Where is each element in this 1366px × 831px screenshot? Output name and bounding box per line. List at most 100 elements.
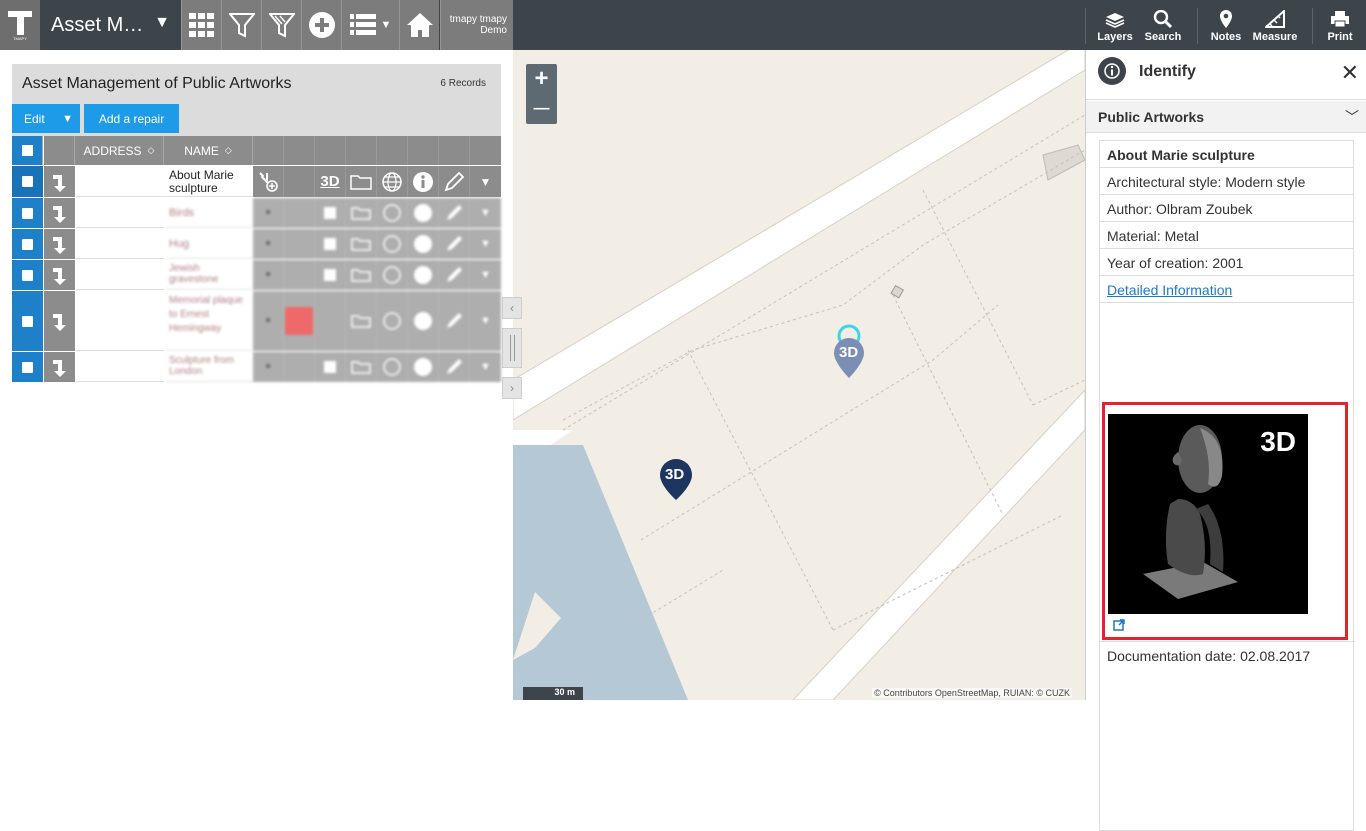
map-marker[interactable]: 3D xyxy=(659,458,693,500)
layers-button[interactable]: Layers xyxy=(1090,0,1140,50)
table-row[interactable]: Sculpture from London ▪ ▼ xyxy=(12,352,501,382)
pencil-icon[interactable] xyxy=(439,229,470,259)
close-icon[interactable]: ✕ xyxy=(1341,60,1359,86)
zoom-in-button[interactable]: + xyxy=(526,64,557,94)
info-icon[interactable] xyxy=(408,166,439,197)
goto-arrow-icon[interactable] xyxy=(44,352,75,382)
folder-icon[interactable] xyxy=(346,229,377,259)
pencil-icon[interactable] xyxy=(439,352,470,382)
table-row[interactable]: Birds ▪ ▼ xyxy=(12,198,501,228)
grid-view-button[interactable] xyxy=(181,0,221,50)
row-checkbox[interactable] xyxy=(12,229,43,259)
goto-arrow-icon[interactable] xyxy=(44,260,75,290)
goto-arrow-icon[interactable] xyxy=(44,291,75,351)
app-selector[interactable]: Asset M… ▼ xyxy=(41,0,180,50)
folder-icon[interactable] xyxy=(346,166,377,197)
thumbnail-3d-label: 3D xyxy=(1260,426,1296,457)
row-checkbox[interactable] xyxy=(12,166,43,197)
panel-divider[interactable]: ‹ › xyxy=(502,297,524,399)
globe-icon[interactable] xyxy=(377,198,408,228)
pencil-icon[interactable] xyxy=(439,166,470,197)
row-menu-caret-icon[interactable]: ▼ xyxy=(470,291,501,351)
info-icon[interactable] xyxy=(408,291,439,351)
zoom-out-button[interactable]: — xyxy=(526,94,557,124)
model-3d-icon[interactable] xyxy=(315,229,346,259)
repair-tool-icon[interactable]: ▪ xyxy=(253,291,284,351)
table-row[interactable]: Hug ▪ ▼ xyxy=(12,229,501,259)
info-icon[interactable] xyxy=(408,229,439,259)
folder-icon[interactable] xyxy=(346,291,377,351)
row-checkbox[interactable] xyxy=(12,198,43,228)
documentation-date: Documentation date: 02.08.2017 xyxy=(1100,641,1355,668)
notes-button[interactable]: Notes xyxy=(1204,0,1248,50)
model-3d-icon[interactable]: 3D xyxy=(315,166,346,197)
model-3d-icon[interactable] xyxy=(315,352,346,382)
column-header-address[interactable]: ADDRESS ◇ xyxy=(75,136,164,165)
table-row[interactable]: Jewish gravestone ▪ ▼ xyxy=(12,260,501,290)
goto-arrow-icon[interactable] xyxy=(44,229,75,259)
row-menu-caret-icon[interactable]: ▼ xyxy=(470,166,501,197)
table-row[interactable]: Memorial plaque to Ernest Hemingway ▪ ▼ xyxy=(12,291,501,351)
info-icon[interactable] xyxy=(408,198,439,228)
info-icon[interactable] xyxy=(408,260,439,290)
repair-tool-icon[interactable]: ▪ xyxy=(253,260,284,290)
row-actions: ▪ ▼ xyxy=(253,198,501,228)
folder-icon[interactable] xyxy=(346,260,377,290)
row-menu-caret-icon[interactable]: ▼ xyxy=(470,260,501,290)
highlighted-action-icon[interactable] xyxy=(284,291,315,351)
filter-button[interactable] xyxy=(221,0,261,50)
model-3d-thumbnail[interactable]: 3D xyxy=(1108,414,1308,614)
measure-button[interactable]: Measure xyxy=(1250,0,1300,50)
globe-icon[interactable] xyxy=(377,260,408,290)
pencil-icon[interactable] xyxy=(439,260,470,290)
row-checkbox[interactable] xyxy=(12,260,43,290)
row-checkbox[interactable] xyxy=(12,291,43,351)
model-3d-icon[interactable] xyxy=(315,260,346,290)
column-header-name[interactable]: NAME ◇ xyxy=(164,136,253,165)
selected-marker[interactable]: 3D xyxy=(833,324,867,380)
folder-icon[interactable] xyxy=(346,198,377,228)
row-menu-caret-icon[interactable]: ▼ xyxy=(470,352,501,382)
pencil-icon[interactable] xyxy=(439,291,470,351)
collapse-right-button[interactable]: › xyxy=(502,377,522,399)
row-actions: ▪ ▼ xyxy=(253,352,501,382)
globe-icon[interactable] xyxy=(377,352,408,382)
info-icon[interactable] xyxy=(408,352,439,382)
detailed-information-link[interactable]: Detailed Information xyxy=(1107,282,1232,298)
table-row[interactable]: About Marie sculpture 3D ▼ xyxy=(12,166,501,197)
model-3d-icon[interactable] xyxy=(315,198,346,228)
external-link-icon[interactable] xyxy=(1113,618,1125,636)
panel-header: Asset Management of Public Artworks 6 Re… xyxy=(12,64,501,104)
row-checkbox[interactable] xyxy=(12,352,43,382)
layer-section-header[interactable]: Public Artworks ﹀ xyxy=(1086,101,1366,133)
list-menu-button[interactable]: ▼ xyxy=(341,0,399,50)
repair-tool-icon[interactable]: ▪ xyxy=(253,229,284,259)
name-cell: Sculpture from London xyxy=(165,352,253,382)
globe-icon[interactable] xyxy=(377,291,408,351)
add-record-button[interactable] xyxy=(301,0,341,50)
resize-handle[interactable] xyxy=(502,328,522,368)
search-button[interactable]: Search xyxy=(1140,0,1186,50)
edit-dropdown-button[interactable]: Edit ▼ xyxy=(12,104,80,133)
home-button[interactable] xyxy=(399,0,439,50)
pencil-icon[interactable] xyxy=(439,198,470,228)
repair-tool-icon[interactable] xyxy=(253,166,284,197)
goto-arrow-icon[interactable] xyxy=(44,166,75,197)
advanced-filter-button[interactable] xyxy=(261,0,301,50)
app-logo[interactable]: TMAPY xyxy=(0,0,40,50)
goto-arrow-icon[interactable] xyxy=(44,198,75,228)
map-canvas[interactable]: + — 3D 3D 30 m © Contributors OpenStreet… xyxy=(513,50,1085,700)
repair-tool-icon[interactable]: ▪ xyxy=(253,198,284,228)
print-button[interactable]: Print xyxy=(1318,0,1362,50)
folder-icon[interactable] xyxy=(346,352,377,382)
select-all-checkbox[interactable] xyxy=(12,136,43,165)
globe-icon[interactable] xyxy=(377,166,408,197)
user-info[interactable]: tmapy tmapy Demo xyxy=(440,0,513,50)
row-actions: 3D ▼ xyxy=(253,166,501,197)
row-menu-caret-icon[interactable]: ▼ xyxy=(470,229,501,259)
row-menu-caret-icon[interactable]: ▼ xyxy=(470,198,501,228)
add-repair-button[interactable]: Add a repair xyxy=(84,104,179,133)
repair-tool-icon[interactable]: ▪ xyxy=(253,352,284,382)
collapse-left-button[interactable]: ‹ xyxy=(502,297,522,319)
globe-icon[interactable] xyxy=(377,229,408,259)
